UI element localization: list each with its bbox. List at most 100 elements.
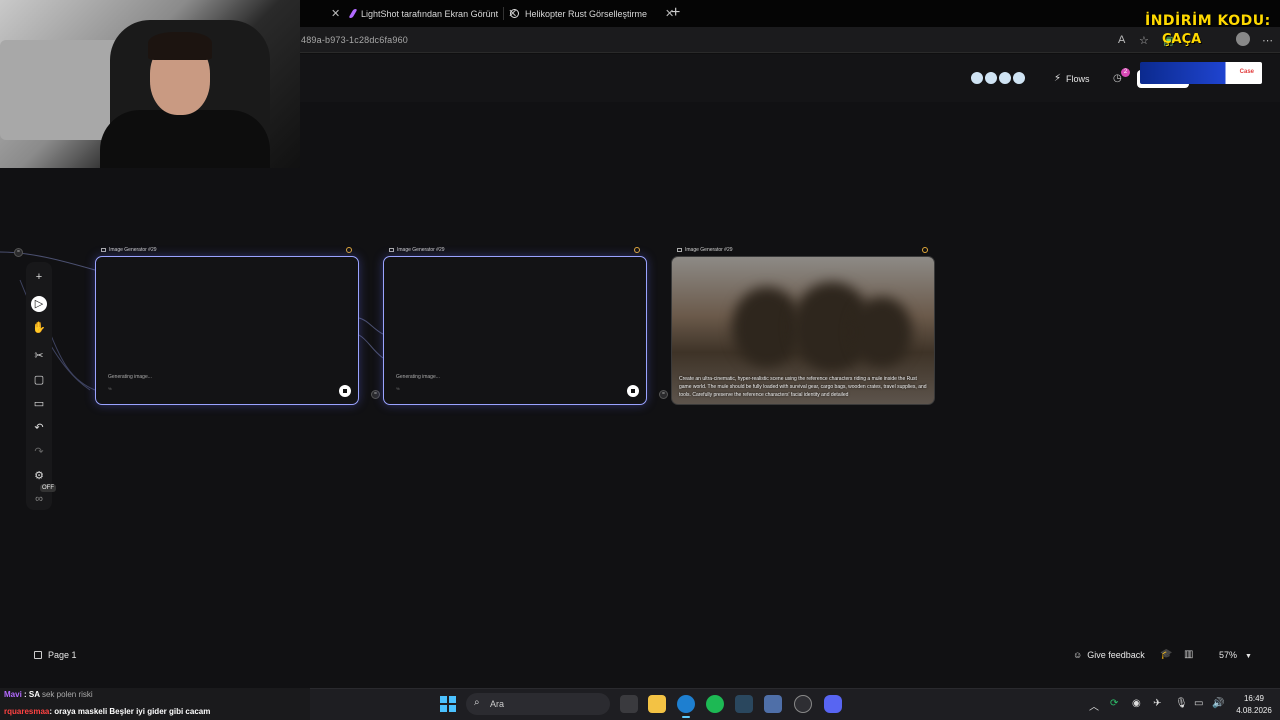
sync-icon[interactable]: ⟳: [1110, 698, 1118, 709]
history-icon[interactable]: ◷: [1113, 73, 1122, 84]
give-feedback-button[interactable]: ☺ Give feedback: [1073, 650, 1145, 660]
image-icon: [101, 248, 106, 252]
network-icon[interactable]: ✈: [1153, 698, 1161, 709]
new-tab-button[interactable]: +: [671, 4, 680, 22]
feedback-icon: ☺: [1073, 650, 1083, 660]
zoom-control[interactable]: 57% ▼: [1219, 650, 1252, 660]
collaborator-avatars[interactable]: [969, 70, 1027, 86]
tab-lightshot[interactable]: LightShot tarafından Ekran Görünt ✕: [348, 3, 517, 24]
page-label: Page 1: [48, 650, 77, 660]
frame-icon[interactable]: ▢: [31, 372, 47, 388]
close-tab-icon[interactable]: ✕: [331, 7, 340, 20]
tab-helikopter[interactable]: Helikopter Rust Görselleştirme ✕: [510, 3, 674, 24]
clock-time: 16:49: [1243, 694, 1265, 703]
image-prompt-caption: Create an ultra-cinematic, hyper-realist…: [679, 376, 927, 398]
display-icon[interactable]: ▭: [1194, 698, 1203, 709]
settings-icon[interactable]: ⚙: [31, 468, 47, 484]
chat-username: rquaresmaa: [4, 707, 50, 716]
mic-icon[interactable]: 🎙: [1175, 698, 1188, 709]
lightshot-icon: [348, 9, 358, 18]
clock-date: 4.08.2026: [1236, 706, 1272, 715]
select-icon[interactable]: ▷: [31, 296, 47, 312]
chat-username: Mavi: [4, 690, 22, 699]
book-icon[interactable]: ▥: [1184, 649, 1193, 660]
edge-icon[interactable]: [677, 695, 695, 713]
ad-banner[interactable]: Case: [1140, 62, 1262, 84]
status-icon: [922, 247, 928, 253]
steam-tray-icon[interactable]: ◉: [1132, 698, 1141, 709]
spotify-icon[interactable]: [706, 695, 724, 713]
node-connector-icon[interactable]: =: [371, 390, 380, 399]
streamer-hair: [148, 32, 212, 60]
obs-icon[interactable]: [794, 695, 812, 713]
steam-icon[interactable]: [735, 695, 753, 713]
chevron-down-icon: ▼: [1245, 653, 1252, 660]
off-badge: OFF: [40, 484, 56, 492]
chat-text: : oraya maskeli Beşler iyi gider gibi ca…: [49, 707, 211, 716]
flows-label: Flows: [1066, 73, 1090, 84]
menu-icon[interactable]: ⋯: [1262, 34, 1273, 47]
discord-icon[interactable]: [824, 695, 842, 713]
avatar[interactable]: [1011, 70, 1027, 86]
ad-text: Case: [1239, 69, 1254, 75]
translate-icon[interactable]: A: [1118, 34, 1125, 46]
profile-avatar[interactable]: [1236, 32, 1250, 46]
node-connector-icon[interactable]: =: [659, 390, 668, 399]
canvas-toolbar: + ▷ ✋ ✂ ▢ ▭ ↶ ↷ ⚙ ∞: [26, 262, 52, 510]
undo-icon[interactable]: ↶: [31, 420, 47, 436]
chat-text: sek polen riski: [41, 690, 93, 699]
star-icon[interactable]: ☆: [1139, 34, 1149, 47]
tab-label: Helikopter Rust Görselleştirme: [525, 8, 648, 19]
image-icon: [677, 248, 682, 252]
task-view-icon[interactable]: [620, 695, 638, 713]
file-explorer-icon[interactable]: [648, 695, 666, 713]
volume-icon[interactable]: 🔊: [1212, 698, 1224, 709]
chat-message: Mavi : SA sek polen riski: [4, 690, 93, 699]
status-icon: [346, 247, 352, 253]
comment-icon[interactable]: ▭: [31, 396, 47, 412]
stop-button[interactable]: [339, 385, 351, 397]
add-icon[interactable]: +: [31, 269, 47, 285]
promo-overlay-code: ÇAÇA: [1162, 32, 1202, 47]
node-title[interactable]: Image Generator #29: [389, 247, 445, 253]
search-icon: ⌕: [474, 697, 480, 708]
zoom-value: 57%: [1219, 650, 1238, 660]
stop-button[interactable]: [627, 385, 639, 397]
windows-start-icon[interactable]: [440, 696, 456, 712]
node-title-text: Image Generator #29: [109, 247, 157, 253]
flows-button[interactable]: ⚡ Flows: [1054, 73, 1090, 84]
node-progress: %: [396, 386, 400, 391]
stream-chat-overlay: Mavi : SA sek polen riski rquaresmaa: or…: [0, 688, 310, 720]
notification-badge: 2: [1121, 68, 1130, 77]
taskbar-search[interactable]: ⌕ Ara: [466, 693, 610, 715]
url-text[interactable]: 489a-b973-1c28dc6fa960: [301, 35, 408, 45]
tutorial-icon[interactable]: 🎓: [1160, 649, 1172, 660]
chevron-up-icon[interactable]: ︿: [1089, 698, 1099, 713]
feedback-label: Give feedback: [1087, 650, 1145, 660]
scissors-icon[interactable]: ✂: [31, 348, 47, 364]
node-title-text: Image Generator #29: [397, 247, 445, 253]
taskbar-clock[interactable]: 16:49 4.08.2026: [1232, 693, 1276, 717]
tab-label: LightShot tarafından Ekran Görünt: [361, 8, 499, 19]
generated-image-node[interactable]: Create an ultra-cinematic, hyper-realist…: [671, 256, 935, 405]
app-icon[interactable]: [764, 695, 782, 713]
tab-divider: [503, 7, 504, 20]
bolt-icon: ⚡: [1054, 73, 1062, 84]
webcam-overlay: [0, 0, 300, 168]
active-app-indicator: [682, 716, 690, 718]
node-title-text: Image Generator #29: [685, 247, 733, 253]
node-connector-icon[interactable]: =: [14, 248, 23, 257]
redo-icon[interactable]: ↷: [31, 444, 47, 460]
page-selector[interactable]: Page 1: [34, 650, 77, 660]
node-title[interactable]: Image Generator #29: [101, 247, 157, 253]
node-progress: %: [108, 386, 112, 391]
link-icon[interactable]: ∞: [31, 491, 47, 507]
node-title[interactable]: Image Generator #29: [677, 247, 733, 253]
hand-icon[interactable]: ✋: [31, 320, 47, 336]
image-generator-node[interactable]: Generating image... %: [383, 256, 647, 405]
image-generator-node[interactable]: Generating image... %: [95, 256, 359, 405]
pages-icon: [34, 651, 42, 659]
chatgpt-icon: [510, 9, 519, 18]
status-icon: [634, 247, 640, 253]
search-placeholder: Ara: [490, 699, 505, 709]
